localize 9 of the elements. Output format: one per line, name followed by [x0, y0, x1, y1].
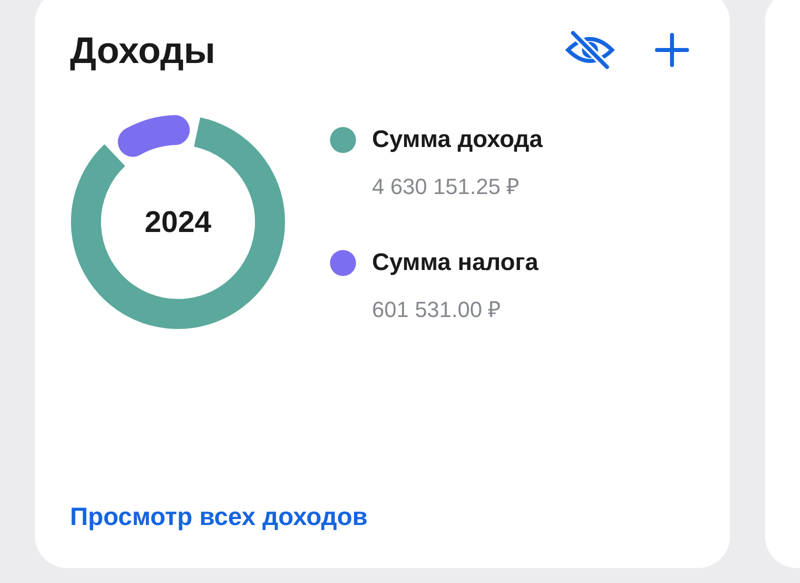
card-title: Доходы	[70, 32, 216, 68]
year-label: 2024	[144, 204, 212, 240]
legend-label: Сумма налога	[372, 248, 538, 278]
legend-label: Сумма дохода	[372, 125, 543, 155]
amount-value: 601 531.00 ₽	[372, 296, 502, 324]
view-all-incomes-link[interactable]: Просмотр всех доходов	[70, 498, 695, 536]
eye-off-icon[interactable]	[565, 30, 615, 70]
add-icon[interactable]	[655, 33, 689, 67]
amount-value: 4 630 151.25 ₽	[372, 173, 521, 201]
